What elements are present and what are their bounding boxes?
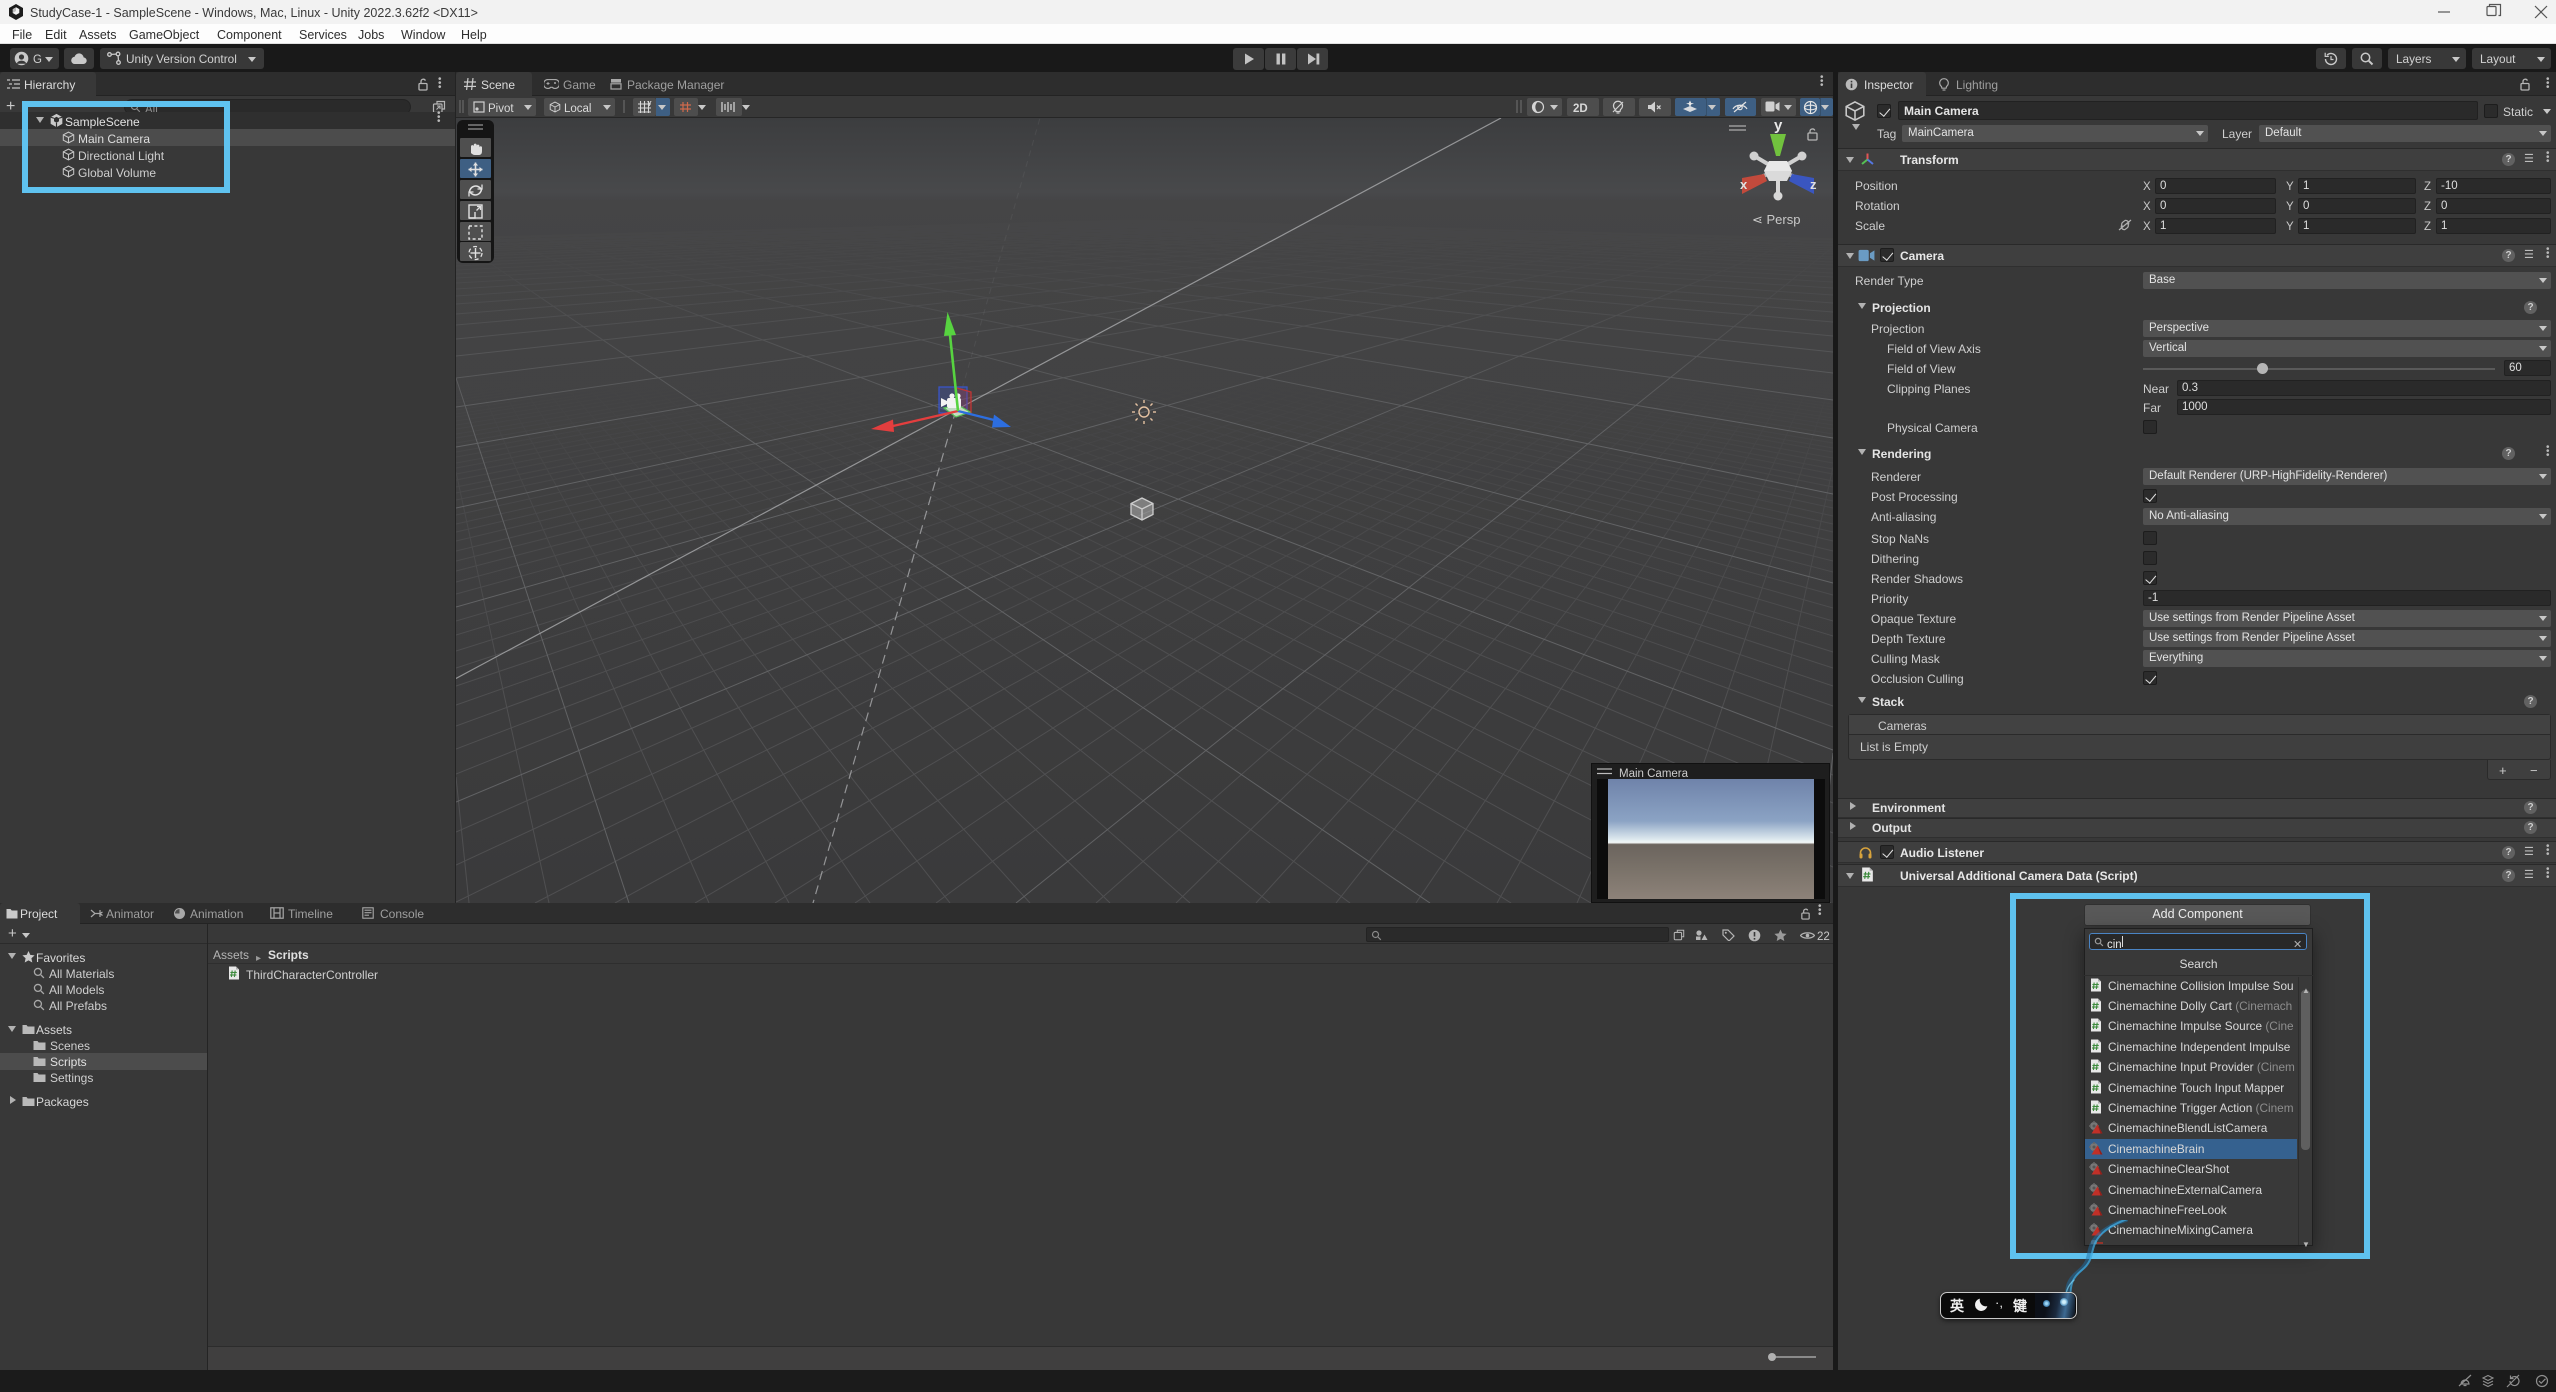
svg-text:Y: Y: [647, 101, 652, 108]
svg-text:⋖ Persp: ⋖ Persp: [1752, 212, 1800, 227]
svg-text:y: y: [1774, 118, 1783, 134]
svg-text:z: z: [1810, 177, 1817, 192]
svg-text:x: x: [1740, 177, 1748, 192]
